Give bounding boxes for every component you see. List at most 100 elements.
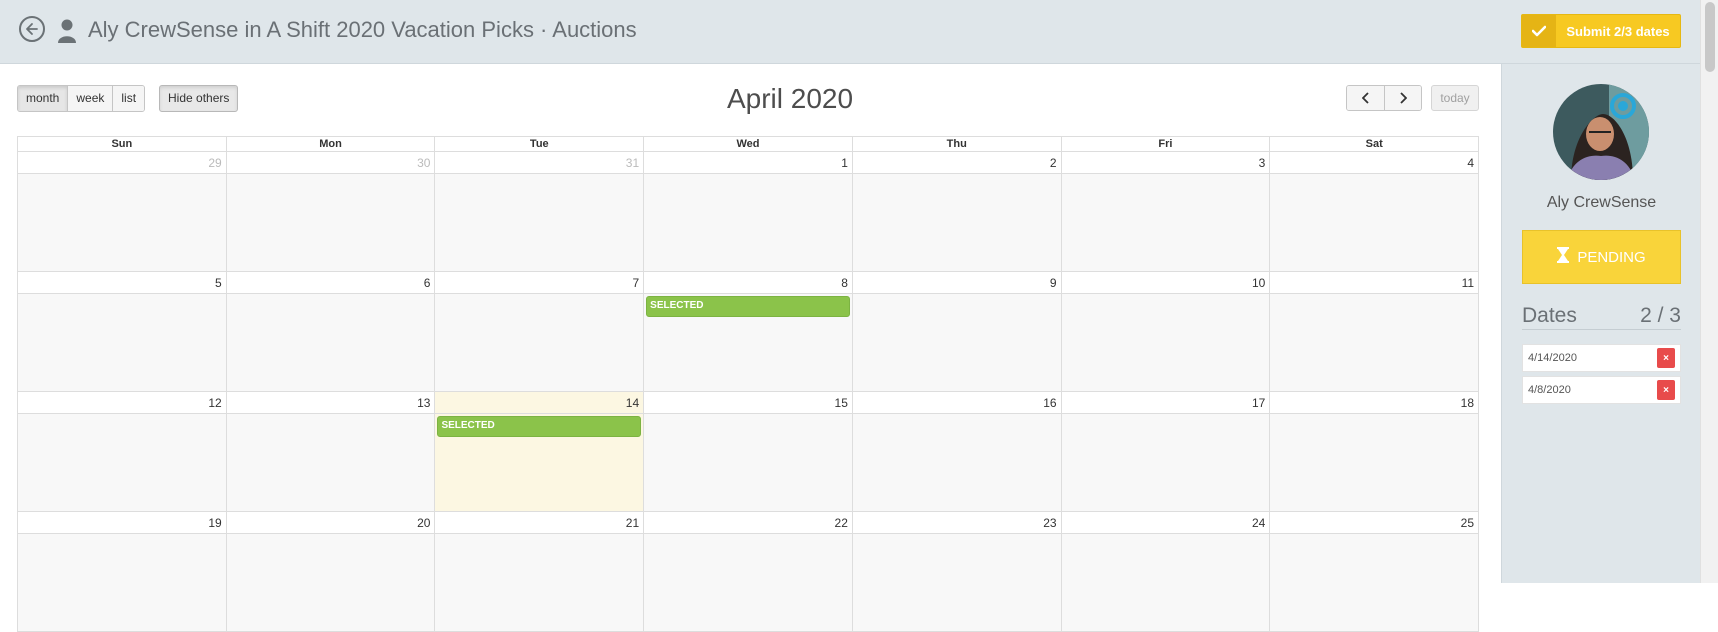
calendar-day-cell[interactable]: 30	[226, 152, 436, 271]
submit-dates-button[interactable]: Submit 2/3 dates	[1521, 14, 1681, 48]
date-value: 4/14/2020	[1528, 352, 1577, 364]
day-number: 9	[852, 272, 1061, 294]
view-list-button[interactable]: list	[113, 86, 145, 111]
month-nav	[1346, 85, 1422, 111]
weekday-label: Mon	[227, 137, 436, 151]
day-number: 1	[644, 152, 852, 174]
today-button[interactable]: today	[1431, 85, 1479, 111]
day-number: 10	[1061, 272, 1270, 294]
day-number: 17	[1061, 392, 1270, 414]
view-switcher: month week list	[17, 85, 146, 112]
calendar-day-cell[interactable]: 22	[644, 512, 853, 631]
chevron-left-icon[interactable]	[1347, 86, 1384, 110]
chevron-right-icon[interactable]	[1384, 86, 1421, 110]
calendar-day-cell[interactable]: 2	[852, 152, 1062, 271]
hourglass-icon	[1557, 247, 1570, 267]
day-number: 13	[226, 392, 435, 414]
day-number: 14	[435, 392, 644, 414]
calendar-day-cell[interactable]: 13	[226, 392, 436, 511]
day-number: 31	[435, 152, 644, 174]
date-item: 4/14/2020 ×	[1522, 344, 1681, 372]
day-number: 24	[1061, 512, 1270, 534]
day-number: 18	[1270, 392, 1479, 414]
day-number: 8	[644, 272, 852, 294]
calendar-week-row: 29 30 31 1 2 3 4	[18, 152, 1480, 272]
calendar-week-row: 19 20 21 22 23 24 25	[18, 512, 1480, 632]
arrow-left-circle-icon[interactable]	[19, 16, 45, 42]
calendar-week-row: 12 13 14 SELECTED 15 16 17 18	[18, 392, 1480, 512]
day-number: 16	[852, 392, 1061, 414]
top-bar: Aly CrewSense in A Shift 2020 Vacation P…	[0, 0, 1700, 64]
user-name: Aly CrewSense	[1546, 194, 1657, 211]
calendar-day-cell[interactable]: 21	[435, 512, 645, 631]
avatar	[1553, 84, 1649, 180]
calendar-day-cell[interactable]: 29	[18, 152, 227, 271]
calendar-day-cell[interactable]: 11	[1270, 272, 1480, 391]
dates-count: 2 / 3	[1640, 304, 1681, 327]
calendar-day-cell[interactable]: 8 SELECTED	[644, 272, 853, 391]
day-number: 6	[226, 272, 435, 294]
day-number: 29	[18, 152, 226, 174]
check-icon	[1522, 15, 1556, 47]
calendar-day-cell[interactable]: 24	[1061, 512, 1271, 631]
calendar-day-cell[interactable]: 3	[1061, 152, 1271, 271]
day-number: 23	[852, 512, 1061, 534]
remove-date-button[interactable]: ×	[1657, 348, 1675, 368]
day-number: 21	[435, 512, 644, 534]
calendar-day-cell[interactable]: 4	[1270, 152, 1480, 271]
day-number: 5	[18, 272, 226, 294]
calendar-day-cell[interactable]: 15	[644, 392, 853, 511]
calendar-day-cell[interactable]: 16	[852, 392, 1062, 511]
date-item: 4/8/2020 ×	[1522, 376, 1681, 404]
calendar-day-cell[interactable]: 31	[435, 152, 645, 271]
calendar-day-cell[interactable]: 7	[435, 272, 645, 391]
calendar-day-cell[interactable]: 17	[1061, 392, 1271, 511]
calendar-day-cell[interactable]: 9	[852, 272, 1062, 391]
calendar-day-cell[interactable]: 18	[1270, 392, 1480, 511]
weekday-label: Wed	[644, 137, 853, 151]
day-number: 7	[435, 272, 644, 294]
weekday-header: Sun Mon Tue Wed Thu Fri Sat	[18, 136, 1480, 152]
calendar-day-cell[interactable]: 19	[18, 512, 227, 631]
view-week-button[interactable]: week	[68, 86, 114, 111]
calendar-day-cell[interactable]: 20	[226, 512, 436, 631]
calendar-day-cell[interactable]: 6	[226, 272, 436, 391]
day-number: 25	[1270, 512, 1479, 534]
submit-dates-label: Submit 2/3 dates	[1566, 23, 1670, 39]
hide-others-button[interactable]: Hide others	[159, 85, 239, 112]
calendar-day-cell[interactable]: 1	[644, 152, 853, 271]
calendar-day-cell[interactable]: 12	[18, 392, 227, 511]
weekday-label: Sat	[1270, 137, 1480, 151]
calendar-day-cell[interactable]: 25	[1270, 512, 1480, 631]
day-number: 19	[18, 512, 226, 534]
calendar-day-cell[interactable]: 23	[852, 512, 1062, 631]
view-month-button[interactable]: month	[18, 86, 69, 111]
page-title: Aly CrewSense in A Shift 2020 Vacation P…	[88, 17, 637, 42]
selected-event[interactable]: SELECTED	[646, 296, 850, 317]
remove-date-button[interactable]: ×	[1657, 380, 1675, 400]
calendar-week-row: 5 6 7 8 SELECTED 9 10 11	[18, 272, 1480, 392]
weekday-label: Tue	[435, 137, 645, 151]
day-number: 30	[226, 152, 435, 174]
day-number: 4	[1270, 152, 1479, 174]
user-icon	[56, 18, 78, 44]
day-number: 3	[1061, 152, 1270, 174]
calendar-day-cell[interactable]: 5	[18, 272, 227, 391]
scrollbar[interactable]	[1700, 0, 1718, 583]
scrollbar-thumb[interactable]	[1705, 2, 1715, 72]
calendar-day-cell[interactable]: 14 SELECTED	[435, 392, 645, 511]
day-number: 20	[226, 512, 435, 534]
pending-status-button[interactable]: PENDING	[1522, 230, 1681, 284]
day-number: 11	[1270, 272, 1479, 294]
day-number: 12	[18, 392, 226, 414]
dates-label: Dates	[1522, 304, 1577, 327]
day-number: 2	[852, 152, 1061, 174]
day-number: 15	[644, 392, 852, 414]
pending-status-label: PENDING	[1577, 248, 1646, 266]
selected-event[interactable]: SELECTED	[437, 416, 642, 437]
weekday-label: Fri	[1062, 137, 1271, 151]
weekday-label: Thu	[853, 137, 1062, 151]
day-number: 22	[644, 512, 852, 534]
calendar-day-cell[interactable]: 10	[1061, 272, 1271, 391]
calendar-grid: Sun Mon Tue Wed Thu Fri Sat 29 30 31 1 2 3 4 5 6 7 8 SELE…	[17, 136, 1480, 632]
